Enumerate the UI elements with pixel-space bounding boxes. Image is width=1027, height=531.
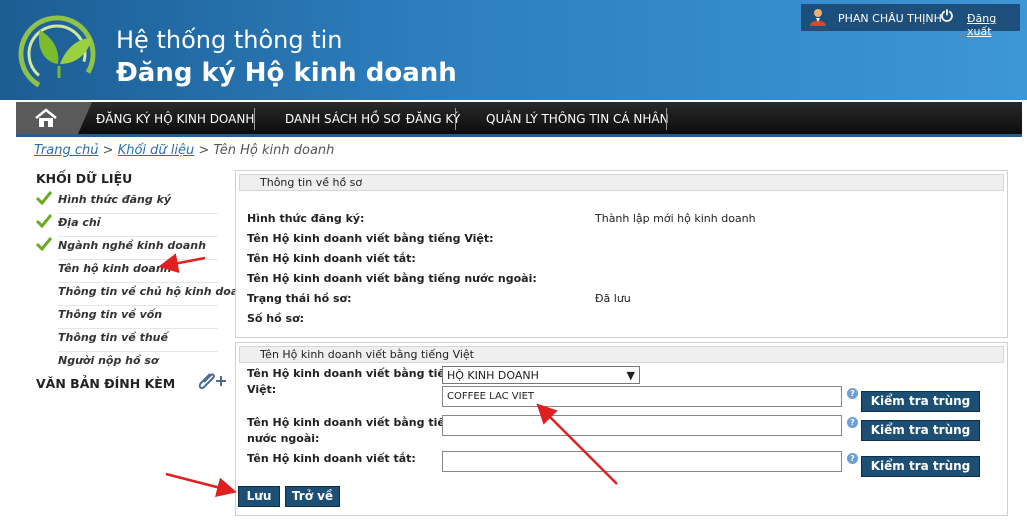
foreign-name-label-line2: nước ngoài: (247, 432, 320, 445)
logout-link[interactable]: Đăng xuất (967, 12, 1020, 38)
sidebar-item-owner-info[interactable]: Thông tin về chủ hộ kinh doanh (58, 285, 254, 306)
short-name-input[interactable] (442, 451, 842, 472)
profile-value-status: Đã lưu (595, 292, 631, 305)
profile-panel-heading: Thông tin về hồ sơ (239, 174, 1004, 191)
arrow-to-save-button (165, 472, 237, 497)
app-title-line1: Hệ thống thông tin (116, 26, 343, 54)
foreign-name-label-line1: Tên Hộ kinh doanh viết bằng tiếng (247, 416, 461, 429)
help-icon[interactable]: ? (847, 453, 858, 464)
profile-label-vn-name: Tên Hộ kinh doanh viết bằng tiếng Việt: (247, 232, 494, 245)
chevron-down-icon: ▼ (626, 369, 635, 382)
form-panel-heading: Tên Hộ kinh doanh viết bằng tiếng Việt (239, 346, 1004, 363)
sidebar-item-business-name[interactable]: Tên hộ kinh doanh (58, 262, 218, 283)
check-icon (36, 237, 52, 251)
user-name: PHAN CHÂU THỊNH (838, 12, 942, 25)
profile-value-registration-form: Thành lập mới hộ kinh doanh (595, 212, 756, 225)
nav-item-register[interactable]: ĐĂNG KÝ HỘ KINH DOANH (96, 112, 254, 126)
user-bar: PHAN CHÂU THỊNH ⏻ Đăng xuất (801, 4, 1020, 38)
sidebar-title: KHỐI DỮ LIỆU (36, 171, 133, 186)
profile-label-registration-form: Hình thức đăng ký: (247, 212, 365, 225)
help-icon[interactable]: ? (847, 417, 858, 428)
foreign-name-input[interactable] (442, 415, 842, 436)
sidebar-item-capital[interactable]: Thông tin về vốn (58, 308, 218, 329)
sidebar-item-business-lines[interactable]: Ngành nghề kinh doanh (58, 239, 218, 260)
breadcrumb-separator: > (198, 143, 210, 158)
main-nav: ĐĂNG KÝ HỘ KINH DOANH DANH SÁCH HỒ SƠ ĐĂ… (16, 102, 1022, 134)
nav-divider (666, 108, 667, 130)
profile-label-foreign-name: Tên Hộ kinh doanh viết bằng tiếng nước n… (247, 272, 537, 285)
paperclip-add-icon[interactable] (196, 370, 228, 392)
check-icon (36, 214, 52, 228)
breadcrumb: Trang chủ > Khối dữ liệu > Tên Hộ kinh d… (34, 143, 334, 158)
vn-name-label-line1: Tên Hộ kinh doanh viết bằng tiếng (247, 367, 461, 380)
nav-item-personal-info[interactable]: QUẢN LÝ THÔNG TIN CÁ NHÂN (486, 112, 669, 126)
profile-label-status: Trạng thái hồ sơ: (247, 292, 352, 305)
check-duplicate-foreign-button[interactable]: Kiểm tra trùng tên (861, 420, 980, 456)
app-title-line2: Đăng ký Hộ kinh doanh (116, 58, 457, 88)
breadcrumb-current: Tên Hộ kinh doanh (213, 143, 335, 158)
nav-divider (455, 108, 456, 130)
user-avatar-icon (810, 9, 826, 26)
back-button[interactable]: Trở về (285, 486, 340, 507)
home-tab[interactable] (16, 102, 92, 134)
profile-label-short-name: Tên Hộ kinh doanh viết tắt: (247, 252, 416, 265)
power-icon[interactable]: ⏻ (941, 7, 953, 25)
profile-label-file-number: Số hồ sơ: (247, 312, 305, 325)
sidebar-item-registration-form[interactable]: Hình thức đăng ký (58, 193, 218, 214)
check-duplicate-vn-button[interactable]: Kiểm tra trùng tên (861, 391, 980, 427)
breadcrumb-separator: > (102, 143, 114, 158)
check-duplicate-short-button[interactable]: Kiểm tra trùng tên (861, 456, 980, 492)
sidebar-item-submitter[interactable]: Người nộp hồ sơ (58, 354, 218, 374)
save-button[interactable]: Lưu (238, 486, 280, 507)
sidebar-item-address[interactable]: Địa chỉ (58, 216, 218, 237)
breadcrumb-section-link[interactable]: Khối dữ liệu (118, 143, 195, 158)
sidebar-item-tax[interactable]: Thông tin về thuế (58, 331, 218, 352)
vn-name-label-line2: Việt: (247, 383, 277, 396)
help-icon[interactable]: ? (847, 388, 858, 399)
attachments-title: VĂN BẢN ĐÍNH KÈM (36, 376, 176, 391)
check-icon (36, 191, 52, 205)
leaf-logo-icon (18, 15, 96, 92)
vn-name-input[interactable]: COFFEE LAC VIET (442, 386, 842, 407)
home-icon (35, 108, 57, 127)
app-header: Hệ thống thông tin Đăng ký Hộ kinh doanh… (0, 0, 1027, 100)
business-type-selected: HỘ KINH DOANH (447, 369, 539, 382)
business-type-select[interactable]: HỘ KINH DOANH ▼ (442, 366, 640, 384)
nav-divider (254, 108, 255, 130)
breadcrumb-home-link[interactable]: Trang chủ (34, 143, 99, 158)
nav-item-application-list[interactable]: DANH SÁCH HỒ SƠ ĐĂNG KÝ (285, 112, 460, 126)
short-name-label: Tên Hộ kinh doanh viết tắt: (247, 452, 416, 465)
nav-underline (16, 134, 1022, 137)
